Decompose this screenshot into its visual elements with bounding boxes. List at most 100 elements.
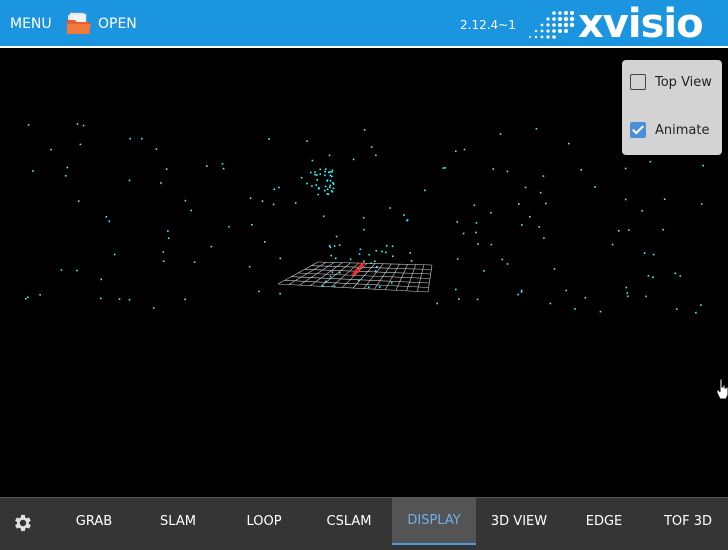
point xyxy=(352,158,355,161)
top-view-option[interactable]: Top View xyxy=(630,74,712,90)
point xyxy=(649,160,652,163)
tab-grab[interactable]: GRAB xyxy=(56,498,132,545)
point xyxy=(406,219,409,221)
tab-loop[interactable]: LOOP xyxy=(226,498,302,545)
tab-display[interactable]: DISPLAY xyxy=(392,498,476,545)
point xyxy=(442,167,445,169)
point xyxy=(652,253,655,256)
point xyxy=(542,175,545,177)
point xyxy=(25,297,27,300)
point xyxy=(580,169,582,171)
point xyxy=(27,296,29,299)
point xyxy=(594,186,596,188)
point xyxy=(375,154,377,157)
point xyxy=(221,163,224,165)
point xyxy=(358,253,361,255)
point xyxy=(326,179,329,181)
point xyxy=(324,189,326,192)
point xyxy=(128,298,131,301)
brand-wordmark: xvisio xyxy=(578,1,704,47)
point xyxy=(381,250,383,253)
point xyxy=(326,188,329,191)
device-trajectory xyxy=(351,261,365,277)
point xyxy=(77,200,80,202)
point xyxy=(456,221,458,223)
point xyxy=(330,190,333,192)
point xyxy=(248,265,251,268)
3d-viewport[interactable] xyxy=(0,48,728,497)
point xyxy=(331,271,334,273)
hand-cursor-icon xyxy=(716,378,728,400)
point xyxy=(520,291,523,293)
point xyxy=(517,293,519,296)
point xyxy=(349,258,352,261)
point xyxy=(624,198,627,201)
tab-tof-3d[interactable]: TOF 3D xyxy=(648,498,728,545)
menu-button[interactable]: MENU xyxy=(10,14,52,34)
point xyxy=(332,182,334,184)
point xyxy=(193,261,196,263)
point xyxy=(279,257,282,260)
point xyxy=(105,216,108,218)
point xyxy=(521,224,523,226)
point xyxy=(314,173,316,176)
point xyxy=(663,198,666,200)
point xyxy=(626,292,629,294)
point xyxy=(76,123,79,125)
point xyxy=(322,285,324,287)
version-label: 2.12.4~1 xyxy=(460,18,516,32)
top-view-checkbox[interactable] xyxy=(630,74,646,90)
point xyxy=(374,270,377,272)
point xyxy=(64,175,67,177)
point xyxy=(251,224,253,226)
point xyxy=(325,280,327,283)
point xyxy=(329,170,331,173)
point xyxy=(162,251,165,253)
point xyxy=(410,260,413,262)
point xyxy=(436,302,438,305)
point xyxy=(60,269,63,271)
point xyxy=(359,248,362,251)
point xyxy=(324,185,327,188)
tab-cslam[interactable]: CSLAM xyxy=(310,498,388,545)
point xyxy=(652,276,654,278)
animate-option[interactable]: Animate xyxy=(630,122,709,138)
point xyxy=(331,171,333,173)
gear-icon[interactable] xyxy=(12,512,34,534)
point xyxy=(160,182,162,184)
point xyxy=(206,165,208,167)
point xyxy=(492,168,495,170)
point xyxy=(316,174,318,176)
point xyxy=(331,175,333,178)
point xyxy=(141,137,143,140)
point xyxy=(324,170,326,173)
point xyxy=(477,243,479,245)
tab-3d-view[interactable]: 3D VIEW xyxy=(476,498,562,545)
point xyxy=(501,258,504,261)
point xyxy=(363,228,365,231)
point xyxy=(329,246,332,249)
open-button[interactable]: OPEN xyxy=(66,10,137,38)
point xyxy=(370,146,373,148)
grid-line xyxy=(284,280,429,288)
point xyxy=(264,241,266,243)
point xyxy=(329,275,332,278)
point xyxy=(475,222,478,224)
point xyxy=(455,288,457,291)
point xyxy=(278,186,280,189)
point xyxy=(328,245,331,247)
point xyxy=(118,298,121,300)
point-cloud xyxy=(25,123,704,314)
tab-edge[interactable]: EDGE xyxy=(560,498,648,545)
point xyxy=(311,159,314,162)
point xyxy=(539,191,542,194)
point xyxy=(167,237,170,240)
point xyxy=(506,170,509,173)
point xyxy=(473,204,476,207)
point xyxy=(128,179,131,182)
tab-slam[interactable]: SLAM xyxy=(140,498,216,545)
point xyxy=(674,272,677,275)
point xyxy=(268,138,270,140)
point xyxy=(279,292,281,295)
animate-checkbox[interactable] xyxy=(630,122,646,138)
